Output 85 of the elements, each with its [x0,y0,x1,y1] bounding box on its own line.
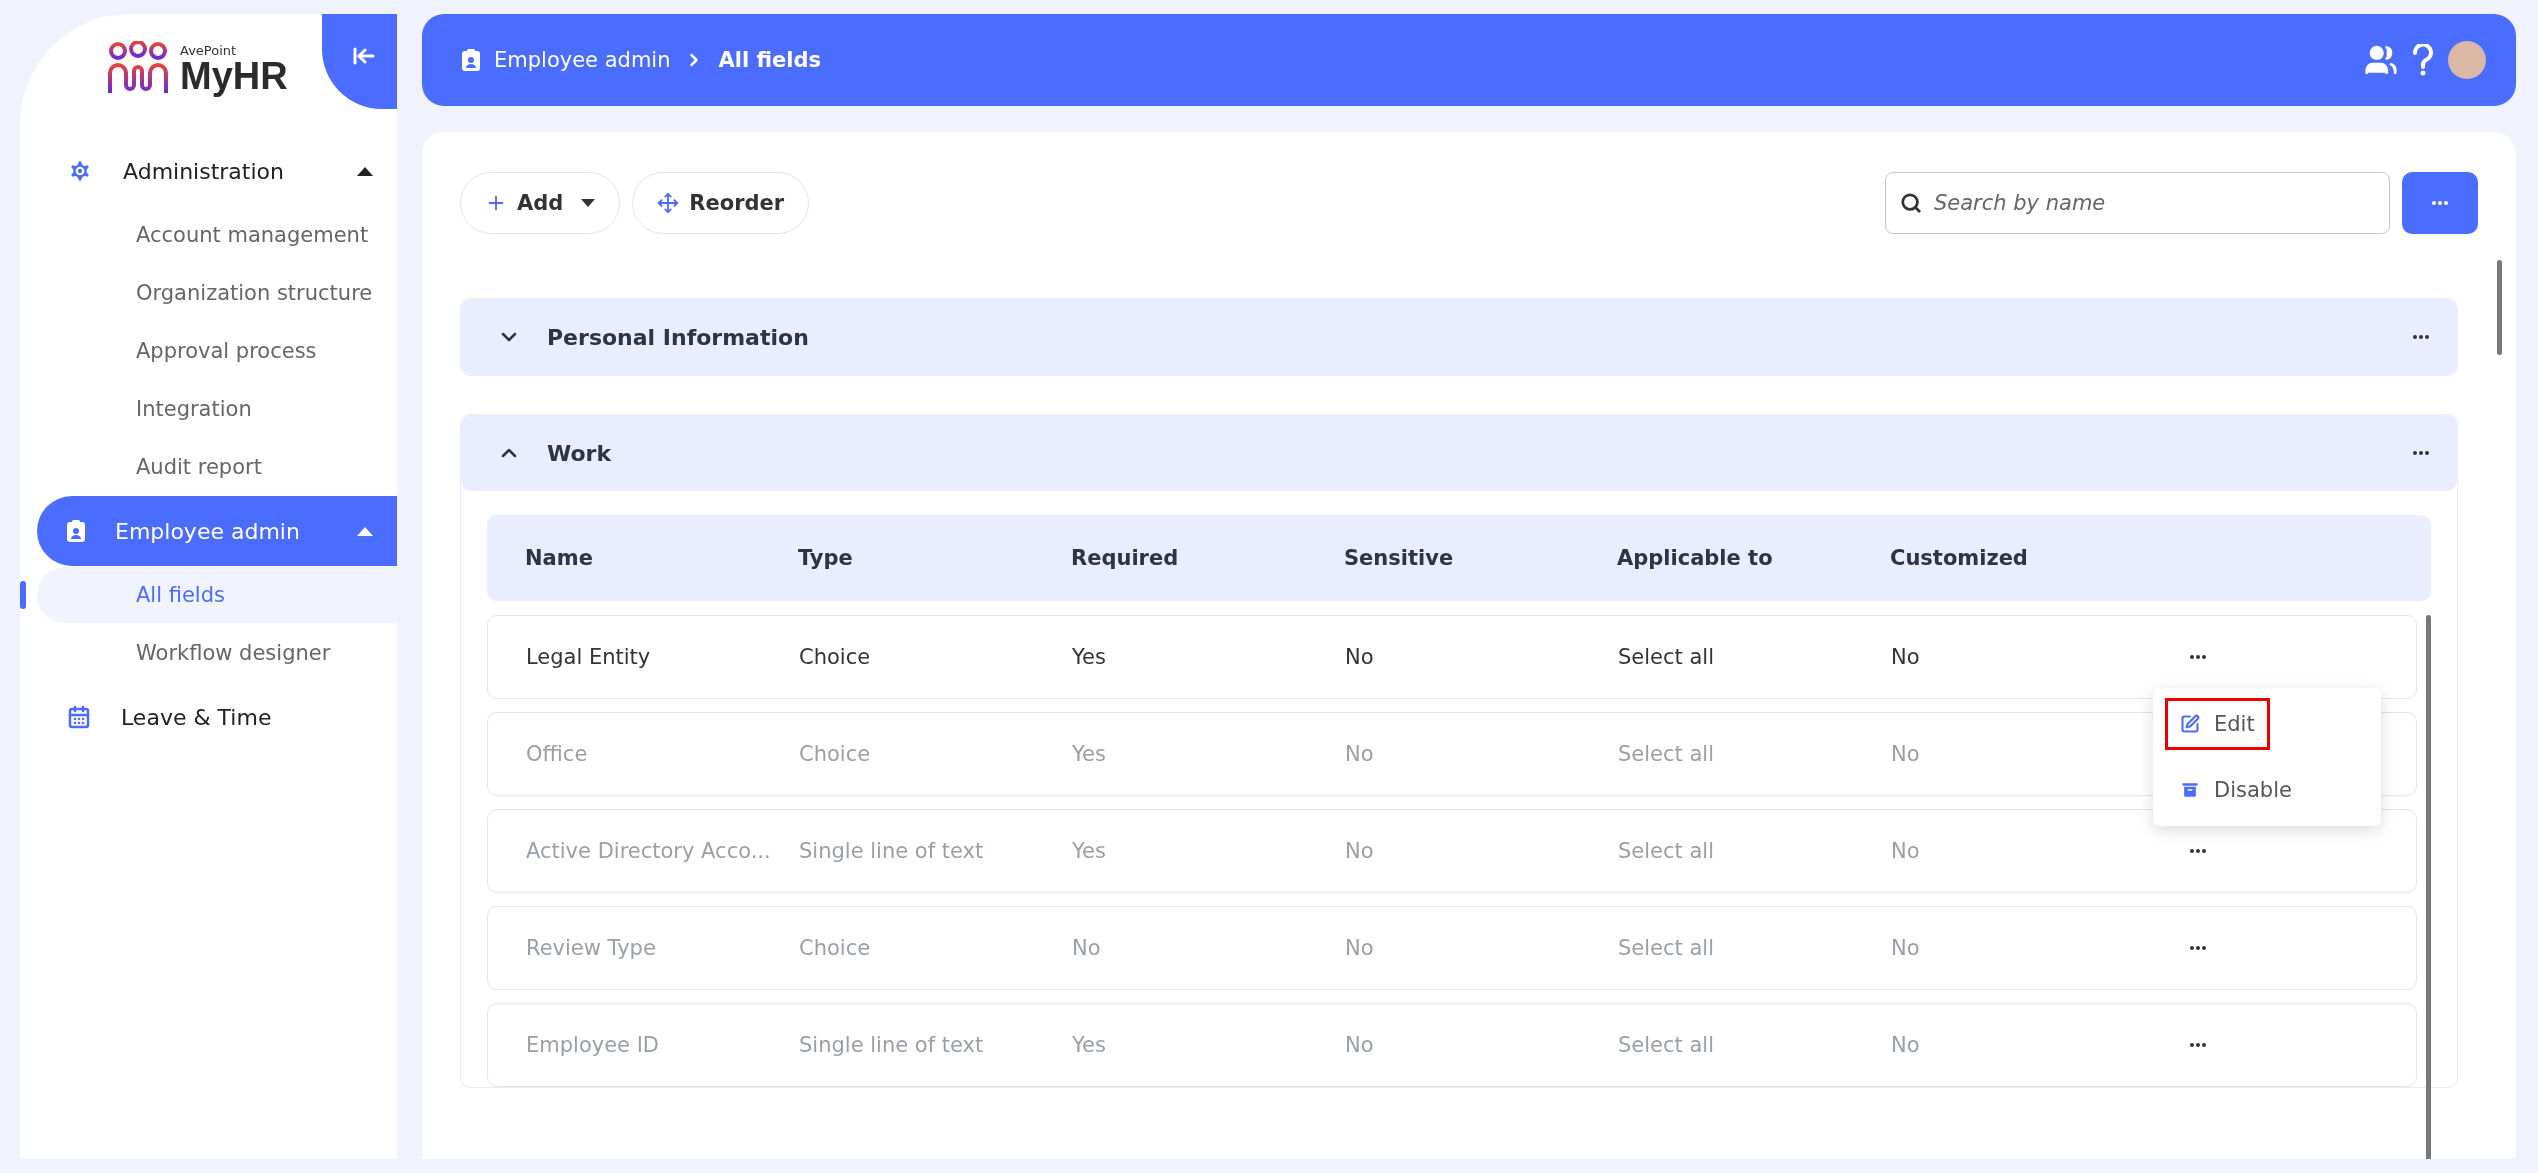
table-cell: No [1891,936,1920,960]
table-cell: No [1891,1033,1920,1057]
nav-section[interactable]: Administration [37,136,397,206]
section-header[interactable]: Personal Information [461,299,2457,375]
archive-box-icon [2180,780,2200,800]
table-cell: Yes [1072,742,1106,766]
table-cell: No [1072,936,1101,960]
column-header: Sensitive [1344,546,1455,570]
table-cell: No [1345,1033,1374,1057]
column-header: Applicable to [1617,546,1774,570]
nav-item[interactable]: Approval process [37,323,397,379]
move-arrows-icon [657,192,680,214]
table-cell: No [1345,645,1374,669]
help-icon[interactable] [2412,44,2434,76]
nav-item[interactable]: Account management [37,207,397,263]
table-cell: Active Directory Acco... [526,839,771,863]
selection-indicator [20,581,26,609]
search-icon [1900,192,1922,214]
avatar[interactable] [2448,41,2486,79]
table-cell: Single line of text [799,1033,984,1057]
column-header: Required [1071,546,1180,570]
column-header: Type [798,546,854,570]
table-cell: Yes [1072,839,1106,863]
more-button[interactable] [2402,172,2478,234]
menu-item[interactable]: Edit [2165,698,2270,750]
table-cell: Choice [799,742,871,766]
nav-item[interactable]: Integration [37,381,397,437]
more-icon [2432,201,2448,205]
more-icon[interactable] [2413,451,2429,455]
caret-icon [357,526,373,536]
nav-section-label: Administration [123,158,285,184]
nav-item[interactable]: Workflow designer [37,625,397,681]
nav-section[interactable]: Employee admin [37,496,397,566]
table-cell: Select all [1618,936,1714,960]
add-button[interactable]: Add [460,172,621,234]
nav-section[interactable]: Leave & Time [37,682,397,752]
edit-icon [2180,714,2200,734]
breadcrumb-item[interactable]: Employee admin [494,48,671,72]
search-field[interactable]: Search by name [1885,172,2390,234]
table-cell: Select all [1618,645,1714,669]
collapse-sidebar-button[interactable] [322,14,397,109]
table-cell: Office [526,742,588,766]
caret-icon [581,199,596,207]
table-cell: Choice [799,645,871,669]
id-badge-icon [462,49,480,71]
table-cell: Yes [1072,645,1106,669]
more-icon [2190,655,2206,659]
scrollbar[interactable] [2426,615,2431,1159]
table-cell: No [1345,936,1374,960]
more-icon[interactable] [2413,335,2429,339]
table-cell: Select all [1618,839,1714,863]
nav-item[interactable]: Organization structure [37,265,397,321]
id-badge-icon [67,520,85,542]
product-name: MyHR [180,56,288,95]
table-cell: Legal Entity [526,645,651,669]
nav-section-label: Leave & Time [121,704,273,730]
column-header: Name [525,546,594,570]
users-icon[interactable] [2364,43,2398,77]
table-cell: Choice [799,936,871,960]
more-icon [2190,849,2206,853]
table-cell: Employee ID [526,1033,660,1057]
nav-section-label: Employee admin [115,518,301,544]
table-cell: No [1345,839,1374,863]
column-header: Customized [1890,546,2029,570]
table-cell: No [1345,742,1374,766]
table-cell: Select all [1618,1033,1714,1057]
section-title: Personal Information [547,324,810,350]
breadcrumb-item[interactable]: All fields [718,48,821,72]
table-cell: Select all [1618,742,1714,766]
table-cell: Review Type [526,936,656,960]
more-icon [2190,1043,2206,1047]
reorder-button[interactable]: Reorder [632,172,810,234]
calendar-icon [67,705,91,729]
more-icon [2190,946,2206,950]
table-cell: No [1891,645,1920,669]
company-name: AvePoint [180,43,238,57]
table-cell: No [1891,742,1920,766]
scrollbar[interactable] [2497,260,2502,355]
nav-item[interactable]: Audit report [37,439,397,495]
caret-icon [357,166,373,176]
table-cell: No [1891,839,1920,863]
section-title: Work [547,440,613,466]
section-header[interactable]: Work [461,415,2457,491]
table-cell: Yes [1072,1033,1106,1057]
table-cell: Single line of text [799,839,984,863]
